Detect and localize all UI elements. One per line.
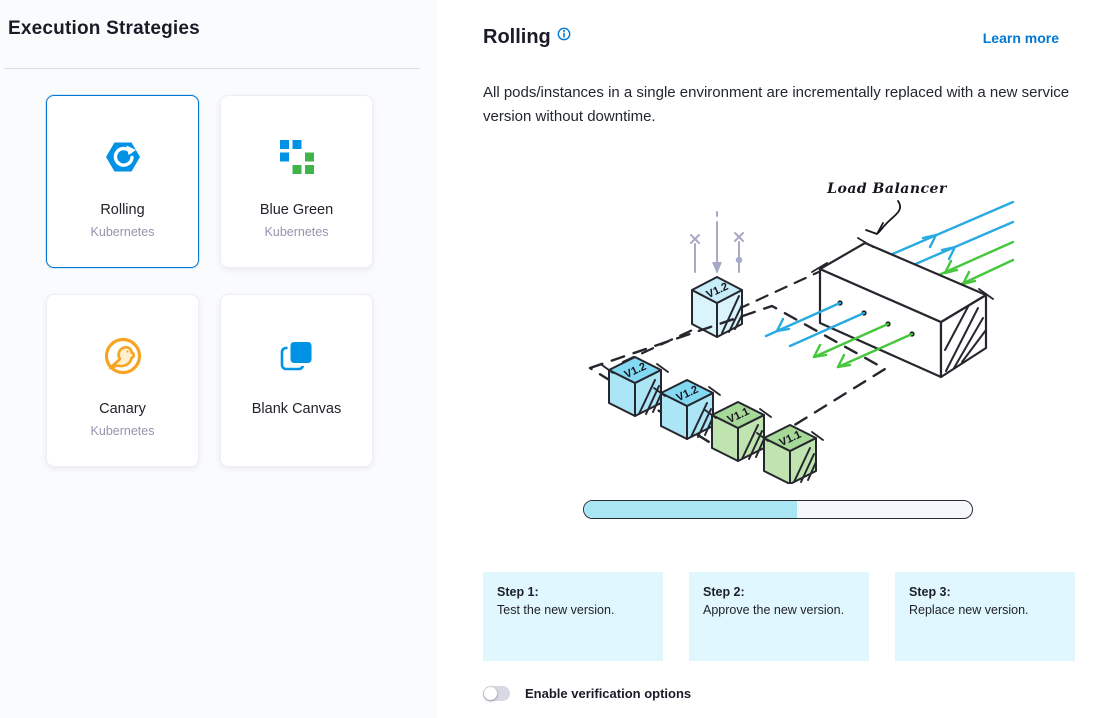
step-text: Approve the new version. [703,603,855,617]
card-sublabel: Kubernetes [265,225,329,239]
strategy-card-blue-green[interactable]: Blue Green Kubernetes [220,95,373,268]
detail-title: Rolling [483,26,551,49]
cube-row-2: V1.2 [654,380,720,439]
step-heading: Step 3: [909,585,1061,599]
verification-toggle[interactable] [483,686,510,701]
strategy-card-rolling[interactable]: Rolling Kubernetes [46,95,199,268]
divider [4,68,420,69]
card-label: Rolling [100,202,144,218]
execution-strategies-screen: Execution Strategies Rolling Kubernetes [0,0,1116,718]
card-label: Canary [99,401,146,417]
card-sublabel: Kubernetes [91,424,155,438]
strategy-card-blank-canvas[interactable]: Blank Canvas [220,294,373,467]
page-title: Execution Strategies [8,18,200,40]
step-heading: Step 1: [497,585,649,599]
cube-row-1: V1.2 [602,357,668,416]
load-balancer-box [812,238,993,377]
step-text: Test the new version. [497,603,649,617]
blank-canvas-icon [278,335,316,377]
card-label: Blank Canvas [252,401,341,417]
cube-row-3: V1.1 [705,402,771,461]
strategy-description: All pods/instances in a single environme… [483,81,1079,129]
progress-fill [584,501,797,518]
cube-row-4: V1.1 [757,425,823,484]
learn-more-link[interactable]: Learn more [983,30,1059,46]
toggle-knob [484,687,497,700]
strategy-card-grid: Rolling Kubernetes Blue Green Kubern [46,95,373,467]
rollout-progress-bar [583,500,973,519]
label-arrow [878,201,900,233]
verification-toggle-row: Enable verification options [483,686,691,701]
blue-green-icon [279,136,315,178]
canary-icon [102,335,144,377]
strategy-card-canary[interactable]: Canary Kubernetes [46,294,199,467]
rolling-icon [105,136,141,178]
step-box-1: Step 1: Test the new version. [483,572,663,661]
info-icon[interactable] [557,27,571,46]
step-list: Step 1: Test the new version. Step 2: Ap… [483,572,1075,661]
detail-header: Rolling Learn more [483,26,1059,49]
step-text: Replace new version. [909,603,1061,617]
verification-toggle-label: Enable verification options [525,686,691,701]
card-label: Blue Green [260,202,333,218]
strategy-list-panel: Execution Strategies Rolling Kubernetes [0,0,437,718]
card-sublabel: Kubernetes [91,225,155,239]
cube-new-single: V1.2 [692,277,742,337]
step-box-2: Step 2: Approve the new version. [689,572,869,661]
step-box-3: Step 3: Replace new version. [895,572,1075,661]
strategy-detail-panel: Rolling Learn more All pods/instances in… [437,0,1116,718]
step-heading: Step 2: [703,585,855,599]
load-balancer-label: Load Balancer [826,181,948,197]
rolling-illustration: V1.2 [565,172,1015,484]
